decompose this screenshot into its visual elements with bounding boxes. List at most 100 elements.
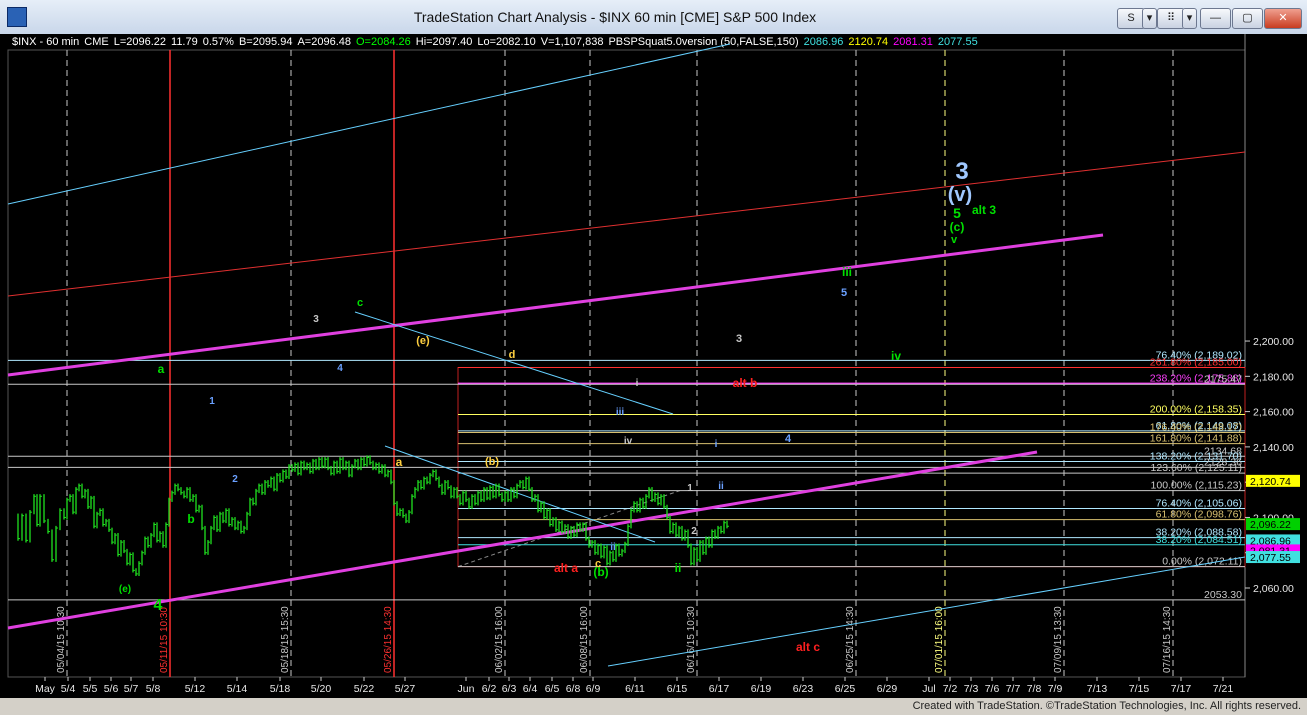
wave-label: 3 <box>955 158 968 185</box>
fib-level-label: 2175.47 <box>1204 373 1242 385</box>
date-tick-label: 5/12 <box>185 683 206 695</box>
wave-label: iv <box>891 349 901 363</box>
header-item: O=2084.26 <box>356 36 411 48</box>
grid-icon[interactable]: ⠿ <box>1157 8 1185 29</box>
date-marker-label: 07/09/15 13:30 <box>1053 606 1064 673</box>
wave-label: 1 <box>209 396 215 407</box>
header-item: 2077.55 <box>938 36 978 48</box>
descending-channel-top <box>354 311 674 415</box>
header-item: Lo=2082.10 <box>477 36 535 48</box>
price-tag-label: 2,096.22 <box>1250 519 1291 531</box>
wave-label: b <box>187 512 194 526</box>
minimize-button[interactable]: — <box>1200 8 1231 29</box>
date-tick-label: 5/6 <box>104 683 119 695</box>
fib-level-label: 123.60% (2,125.11) <box>1151 462 1242 474</box>
wave-label: iii <box>616 407 625 418</box>
header-item: 2081.31 <box>893 36 933 48</box>
wave-label: iv <box>624 436 633 447</box>
date-tick-label: 7/17 <box>1171 683 1192 695</box>
date-tick-label: 6/4 <box>523 683 538 695</box>
header-item: V=1,107,838 <box>541 36 604 48</box>
wave-label: 2 <box>691 526 697 537</box>
red-trendline <box>7 151 1246 297</box>
wave-label: (e) <box>416 335 430 347</box>
fib-level-label: 200.00% (2,158.35) <box>1150 404 1242 416</box>
header-item: 11.79 <box>171 36 198 48</box>
date-tick-label: 6/5 <box>545 683 560 695</box>
wave-label: 4 <box>785 433 792 445</box>
wave-label: 3 <box>736 333 742 345</box>
wave-label: alt 3 <box>972 203 996 217</box>
date-tick-label: 5/7 <box>124 683 139 695</box>
date-marker-label: 06/25/15 14:30 <box>845 606 856 673</box>
fib-diagonal-line <box>457 490 681 568</box>
wave-label: i <box>636 378 639 389</box>
date-tick-label: 5/4 <box>61 683 76 695</box>
wave-label: (e) <box>119 584 131 595</box>
chart-panel[interactable]: $INX - 60 min CME L=2096.22 11.79 0.57% B=209… <box>0 34 1307 698</box>
symbol-link-dropdown-icon[interactable]: ▾ <box>1142 8 1157 29</box>
header-item: CME <box>84 36 108 48</box>
date-tick-label: May <box>35 683 56 695</box>
price-tick-label: 2,180.00 <box>1253 371 1294 383</box>
status-footer: Created with TradeStation. ©TradeStation… <box>0 698 1307 715</box>
date-tick-label: 6/23 <box>793 683 814 695</box>
upper-cyan-trendline <box>7 43 731 205</box>
date-marker-label: 06/02/15 16:00 <box>494 606 505 673</box>
wave-label: d <box>509 349 516 361</box>
wave-label: a <box>396 455 403 469</box>
date-tick-label: 7/8 <box>1027 683 1042 695</box>
wave-label: alt a <box>554 561 578 575</box>
date-marker-label: 05/26/15 14:30 <box>383 606 394 673</box>
header-item: B=2095.94 <box>239 36 293 48</box>
wave-label: 2 <box>232 474 238 485</box>
wave-label: 5 <box>953 205 961 221</box>
date-tick-label: 7/2 <box>943 683 958 695</box>
fib-level-label: 0.00% (2,072.11) <box>1162 556 1242 568</box>
wave-label: v <box>951 234 958 246</box>
date-tick-label: 5/20 <box>311 683 332 695</box>
lower-cyan-trendline <box>607 556 1246 667</box>
symbol-link-button[interactable]: S <box>1117 8 1145 29</box>
plot-frame <box>7 49 1246 678</box>
date-tick-label: 7/21 <box>1213 683 1234 695</box>
date-marker-label: 07/16/15 14:30 <box>1162 606 1173 673</box>
wave-label: 4 <box>154 597 163 614</box>
wave-label: alt c <box>796 640 820 654</box>
price-tag-label: 2,077.55 <box>1250 552 1291 564</box>
date-tick-label: 6/9 <box>586 683 601 695</box>
fib-level-label: 38.20% (2,084.51) <box>1156 534 1242 546</box>
descending-channel-bottom <box>384 445 656 543</box>
date-tick-label: 7/15 <box>1129 683 1150 695</box>
wave-label: ii <box>675 561 682 575</box>
date-tick-label: 7/6 <box>985 683 1000 695</box>
window-titlebar: TradeStation Chart Analysis - $INX 60 mi… <box>0 0 1307 34</box>
window-title: TradeStation Chart Analysis - $INX 60 mi… <box>413 9 817 25</box>
wave-label: c <box>357 297 363 309</box>
grid-dropdown-icon[interactable]: ▾ <box>1182 8 1197 29</box>
maximize-button[interactable]: ▢ <box>1232 8 1263 29</box>
date-marker-label: 07/01/15 16:00 <box>934 606 945 673</box>
magenta-upper-channel <box>7 233 1104 377</box>
price-tick-label: 2,200.00 <box>1253 336 1294 348</box>
price-tick-label: 2,060.00 <box>1253 583 1294 595</box>
fib-level-label: 2053.30 <box>1204 589 1242 601</box>
date-tick-label: Jun <box>458 683 475 695</box>
copyright-credit: Created with TradeStation. ©TradeStation… <box>912 700 1301 712</box>
wave-label: (v) <box>948 184 972 206</box>
date-tick-label: 6/25 <box>835 683 856 695</box>
date-tick-label: 7/7 <box>1006 683 1021 695</box>
fib-level-label: 261.80% (2,185.00) <box>1150 357 1242 369</box>
wave-label: ii <box>610 542 616 553</box>
date-marker-label: 05/18/15 15:30 <box>280 606 291 673</box>
wave-label: ii <box>718 481 724 492</box>
date-tick-label: 5/14 <box>227 683 248 695</box>
wave-label: a <box>158 362 165 376</box>
date-marker-label: 06/16/15 10:30 <box>686 606 697 673</box>
date-tick-label: 6/29 <box>877 683 898 695</box>
wave-label: (b) <box>485 456 499 468</box>
close-button[interactable]: ✕ <box>1264 8 1302 29</box>
wave-label: (c) <box>950 220 965 234</box>
header-item: 2120.74 <box>848 36 888 48</box>
header-item: $INX - 60 min <box>12 36 79 48</box>
